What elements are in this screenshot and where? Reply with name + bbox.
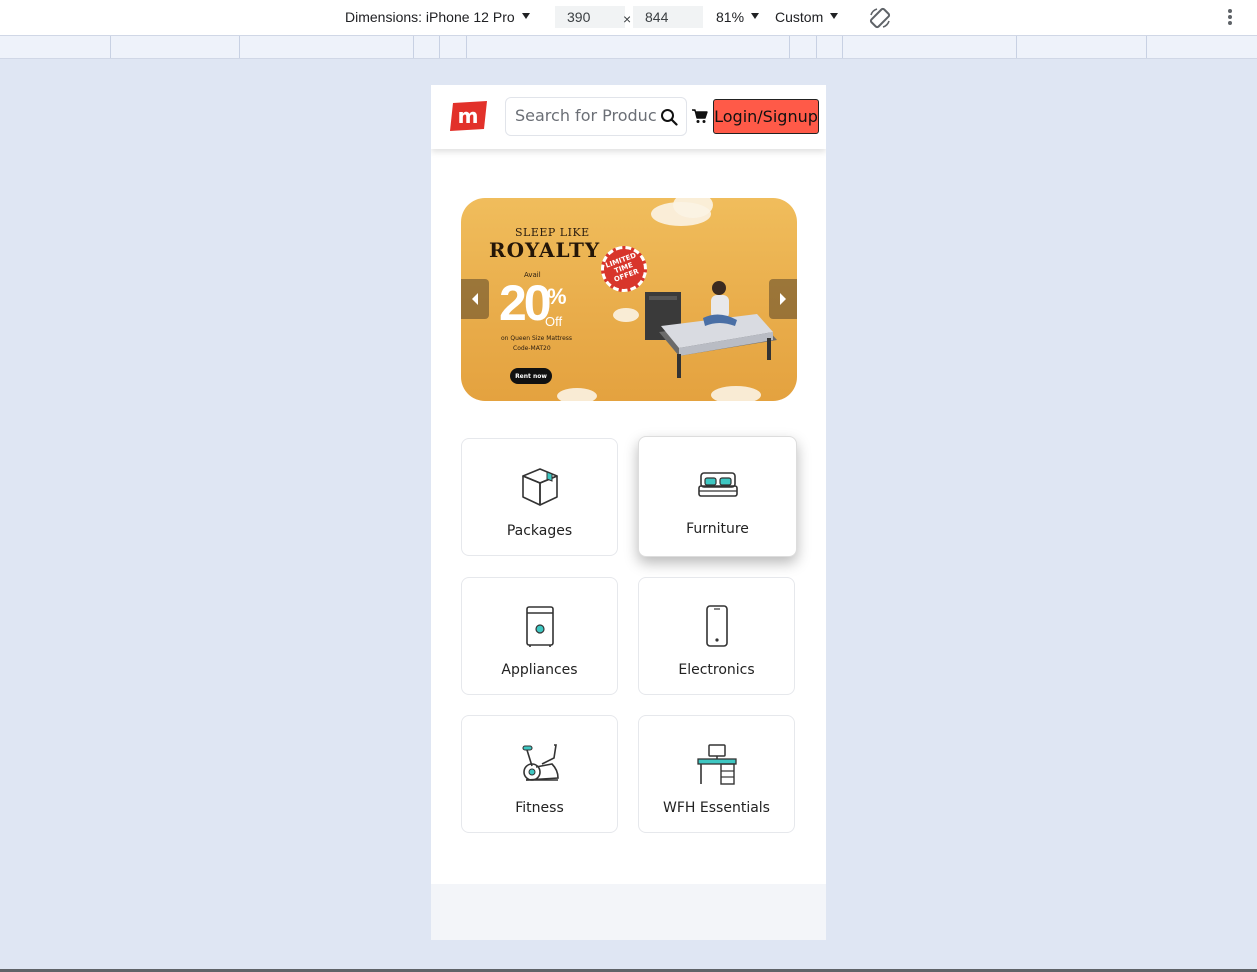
search-icon[interactable] — [660, 108, 678, 126]
throttle-label: Custom — [775, 9, 824, 25]
washer-icon — [525, 606, 554, 647]
category-label: Furniture — [686, 521, 749, 537]
ruler-tick — [110, 36, 111, 58]
search-input[interactable] — [515, 106, 657, 125]
ruler-tick — [1146, 36, 1147, 58]
site-navbar: m Login/Signup — [431, 85, 826, 149]
bed-illustration — [645, 281, 777, 378]
throttle-dropdown[interactable]: Custom — [775, 9, 839, 25]
logo-letter: m — [458, 104, 479, 128]
category-furniture[interactable]: Furniture — [638, 436, 797, 557]
promo-banner-carousel[interactable]: SLEEP LIKE ROYALTY Avail 20 % Off on Que… — [461, 198, 797, 401]
category-label: Packages — [506, 523, 573, 539]
category-wfh-essentials[interactable]: WFH Essentials — [638, 715, 795, 833]
chevron-right-icon — [780, 293, 786, 305]
category-fitness[interactable]: Fitness — [461, 715, 618, 833]
category-appliances[interactable]: Appliances — [461, 577, 618, 695]
box-icon — [521, 468, 558, 506]
dimensions-label: Dimensions: iPhone 12 Pro — [345, 9, 515, 25]
rotate-icon[interactable] — [868, 6, 892, 30]
login-signup-button[interactable]: Login/Signup — [713, 99, 819, 134]
banner-discount: 20 — [499, 275, 552, 331]
category-label: Electronics — [678, 662, 755, 678]
width-input[interactable]: 390 — [555, 6, 625, 28]
search-box[interactable] — [505, 97, 687, 136]
rent-now-button[interactable]: Rent now — [510, 368, 552, 384]
footer-area — [431, 884, 826, 940]
carousel-next-button[interactable] — [769, 279, 797, 319]
banner-title-line2: ROYALTY — [489, 238, 601, 262]
devtools-device-toolbar: Dimensions: iPhone 12 Pro 390 × 844 81% … — [0, 0, 1257, 35]
brand-logo[interactable]: m — [449, 101, 489, 131]
banner-subtext: on Queen Size Mattress — [501, 335, 573, 342]
more-options-icon[interactable] — [1224, 9, 1236, 27]
ruler-tick — [466, 36, 467, 58]
category-label: Fitness — [515, 800, 564, 816]
category-label: WFH Essentials — [663, 800, 770, 816]
ruler-tick — [1016, 36, 1017, 58]
chevron-down-icon — [751, 12, 760, 19]
device-viewport: m Login/Signup SLEEP LIKE ROYALTY Avail … — [431, 85, 826, 940]
zoom-dropdown[interactable]: 81% — [716, 9, 760, 25]
chevron-down-icon — [830, 12, 839, 19]
ruler-tick — [816, 36, 817, 58]
zoom-label: 81% — [716, 9, 745, 25]
media-query-ruler — [0, 35, 1257, 59]
carousel-prev-button[interactable] — [461, 279, 489, 319]
cloud-shape — [557, 388, 597, 401]
chevron-down-icon — [521, 12, 530, 19]
exercise-bike-icon — [521, 744, 559, 781]
cloud-shape — [613, 308, 639, 322]
height-input[interactable]: 844 — [633, 6, 703, 28]
ruler-tick — [439, 36, 440, 58]
ruler-tick — [239, 36, 240, 58]
phone-icon — [705, 605, 728, 647]
desk-icon — [696, 744, 737, 785]
cloud-shape — [711, 386, 761, 401]
times-separator: × — [623, 11, 632, 27]
banner-percent: % — [547, 284, 567, 309]
banner-code: Code-MAT20 — [513, 345, 551, 352]
bed-icon — [697, 472, 738, 497]
category-label: Appliances — [501, 662, 578, 678]
chevron-left-icon — [472, 293, 478, 305]
dimensions-dropdown[interactable]: Dimensions: iPhone 12 Pro — [345, 9, 530, 25]
ruler-tick — [842, 36, 843, 58]
category-packages[interactable]: Packages — [461, 438, 618, 556]
ruler-tick — [789, 36, 790, 58]
category-electronics[interactable]: Electronics — [638, 577, 795, 695]
ruler-tick — [413, 36, 414, 58]
cart-icon[interactable] — [692, 109, 708, 124]
banner-off: Off — [545, 314, 563, 329]
